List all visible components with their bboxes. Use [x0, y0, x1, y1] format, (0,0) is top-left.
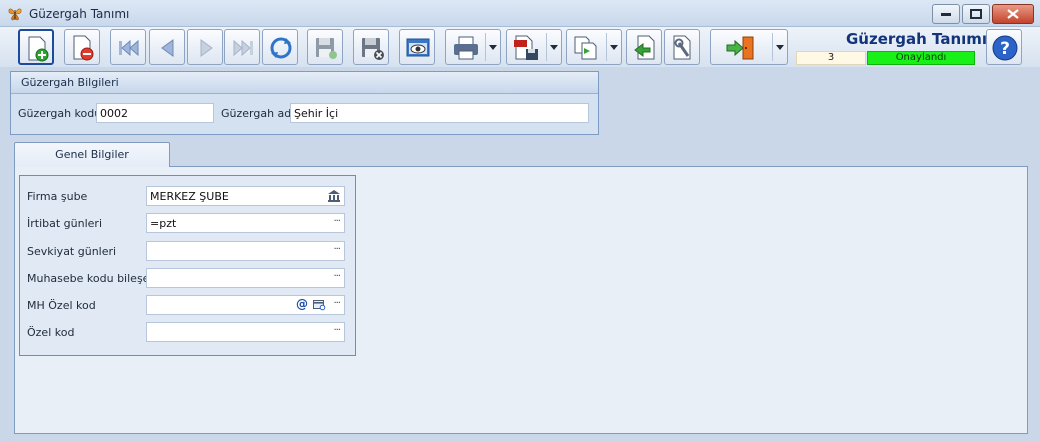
- next-record-button[interactable]: [187, 29, 223, 65]
- next-record-icon: [200, 39, 213, 57]
- restore-icon: [970, 9, 982, 19]
- last-record-button[interactable]: [224, 29, 260, 65]
- special-code-field[interactable]: ···: [146, 322, 345, 342]
- print-icon: [454, 36, 478, 60]
- refresh-button[interactable]: [262, 29, 298, 65]
- mh-special-code-label: MH Özel kod: [27, 299, 96, 312]
- refresh-icon: [270, 37, 292, 59]
- chevron-down-icon: [489, 45, 497, 50]
- chevron-down-icon: [550, 45, 558, 50]
- last-record-icon: [233, 39, 253, 57]
- delete-record-icon: [73, 35, 94, 61]
- chevron-down-icon: [610, 45, 618, 50]
- card-search-icon[interactable]: [313, 299, 326, 311]
- chevron-down-icon: [776, 45, 784, 50]
- close-button[interactable]: [992, 4, 1034, 24]
- first-record-icon: [119, 39, 139, 57]
- new-record-icon: [28, 36, 49, 62]
- accounting-code-label: Muhasebe kodu bileşeni: [27, 272, 160, 285]
- ellipsis-button[interactable]: ···: [333, 216, 340, 227]
- ellipsis-button[interactable]: ···: [333, 325, 340, 336]
- help-icon: ?: [992, 35, 1018, 61]
- at-sign-icon[interactable]: @: [296, 297, 308, 311]
- form-title: Güzergah Tanımı: [846, 30, 988, 48]
- ellipsis-button[interactable]: ···: [333, 298, 340, 309]
- route-code-input[interactable]: 0002: [96, 103, 214, 123]
- window-titlebar: Güzergah Tanımı: [0, 0, 1040, 27]
- tab-general-info[interactable]: Genel Bilgiler: [14, 142, 170, 167]
- settings-button[interactable]: [664, 29, 700, 65]
- preview-icon: [406, 38, 430, 57]
- minimize-icon: [941, 13, 951, 16]
- shipment-days-label: Sevkiyat günleri: [27, 245, 117, 258]
- route-code-label: Güzergah kodu: [18, 107, 102, 120]
- svg-text:?: ?: [1000, 39, 1010, 59]
- minimize-button[interactable]: [932, 4, 960, 24]
- contact-days-field[interactable]: =pzt ···: [146, 213, 345, 233]
- save-icon: [316, 38, 337, 59]
- help-button[interactable]: ?: [986, 29, 1022, 65]
- delete-record-button[interactable]: [64, 29, 100, 65]
- route-name-label: Güzergah adı: [221, 107, 295, 120]
- branch-field[interactable]: MERKEZ ŞUBE: [146, 186, 345, 206]
- exit-button[interactable]: [710, 29, 788, 65]
- ellipsis-button[interactable]: ···: [333, 244, 340, 255]
- new-record-button[interactable]: [18, 29, 54, 65]
- export-pdf-icon: [514, 35, 538, 60]
- maximize-button[interactable]: [962, 4, 990, 24]
- import-icon: [634, 35, 655, 60]
- contact-days-label: İrtibat günleri: [27, 217, 102, 230]
- close-icon: [1007, 9, 1019, 19]
- butterfly-app-icon: [8, 8, 22, 21]
- copy-document-button[interactable]: [566, 29, 622, 65]
- branch-label: Firma şube: [27, 190, 88, 203]
- contact-days-value: =pzt: [150, 217, 177, 230]
- export-pdf-button[interactable]: [506, 29, 562, 65]
- shipment-days-field[interactable]: ···: [146, 241, 345, 261]
- import-button[interactable]: [626, 29, 662, 65]
- preview-button[interactable]: [399, 29, 435, 65]
- mh-special-code-field[interactable]: @ ···: [146, 295, 345, 315]
- special-code-label: Özel kod: [27, 326, 75, 339]
- print-button[interactable]: [445, 29, 501, 65]
- window-title: Güzergah Tanımı: [29, 7, 130, 21]
- wrench-document-icon: [673, 35, 691, 60]
- save-button[interactable]: [307, 29, 343, 65]
- status-badge: Onaylandı: [867, 51, 975, 65]
- discard-icon: [362, 38, 384, 60]
- record-number: 3: [796, 51, 866, 65]
- bank-icon[interactable]: [327, 189, 341, 203]
- branch-value: MERKEZ ŞUBE: [150, 190, 229, 203]
- accounting-code-field[interactable]: ···: [146, 268, 345, 288]
- exit-icon: [726, 36, 754, 60]
- ellipsis-button[interactable]: ···: [333, 271, 340, 282]
- first-record-button[interactable]: [110, 29, 146, 65]
- route-name-input[interactable]: Şehir İçi: [290, 103, 589, 123]
- previous-record-button[interactable]: [149, 29, 185, 65]
- previous-record-icon: [161, 39, 174, 57]
- copy-document-icon: [574, 36, 597, 60]
- route-info-title: Güzergah Bilgileri: [11, 72, 598, 94]
- discard-button[interactable]: [353, 29, 389, 65]
